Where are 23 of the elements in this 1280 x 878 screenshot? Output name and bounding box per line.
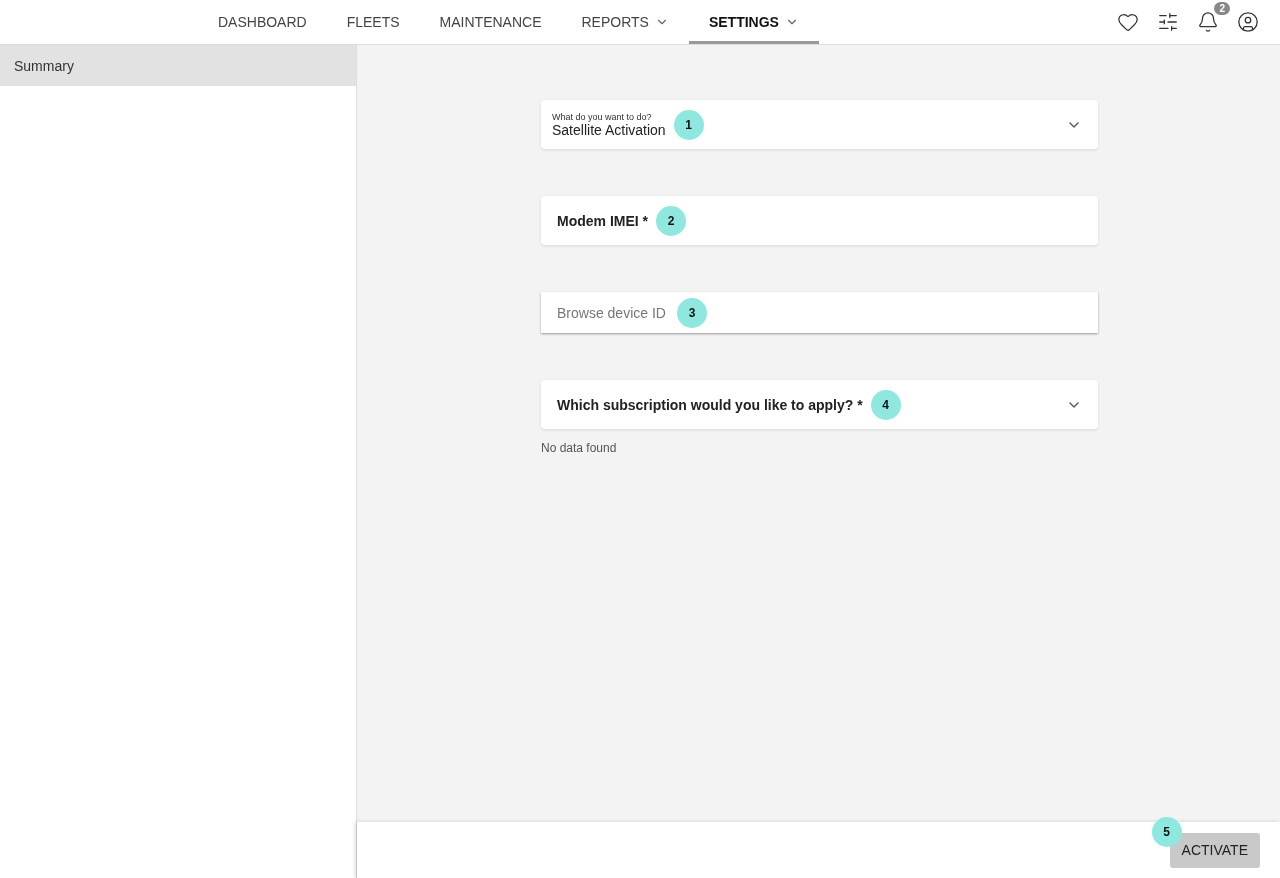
nav-tab[interactable]: MAINTENANCE [419, 0, 562, 44]
nav-tab[interactable]: REPORTS [561, 0, 689, 44]
subscription-select[interactable]: Which subscription would you like to apply? * 4 [541, 380, 1098, 429]
action-select[interactable]: What do you want to do? Satellite Activation 1 [541, 100, 1098, 149]
activate-button[interactable]: ACTIVATE [1169, 832, 1260, 868]
field-value: Satellite Activation [552, 121, 666, 138]
nav-tab[interactable]: FLEETS [326, 0, 420, 44]
imei-field[interactable]: Modem IMEI * 2 [541, 196, 1098, 245]
device-id-field[interactable]: Browse device ID [557, 304, 669, 321]
empty-message: No data found [541, 441, 618, 455]
user-icon[interactable] [1236, 10, 1260, 34]
bell-icon[interactable] [1196, 10, 1220, 34]
field-label: Which subscription would you like to apply? * [557, 396, 863, 413]
nav-tab[interactable]: DASHBOARD [198, 0, 327, 44]
field-label: What do you want to do? [552, 111, 653, 122]
step-marker: 4 [870, 389, 901, 420]
step-marker: 2 [656, 205, 686, 236]
field-label: Modem IMEI * [557, 212, 648, 229]
step-marker: 1 [673, 109, 704, 140]
step-marker: 3 [677, 297, 707, 328]
notification-badge: 2 [1214, 2, 1230, 15]
sliders-icon[interactable] [1156, 10, 1180, 34]
sidebar-item[interactable]: Summary [0, 45, 356, 86]
